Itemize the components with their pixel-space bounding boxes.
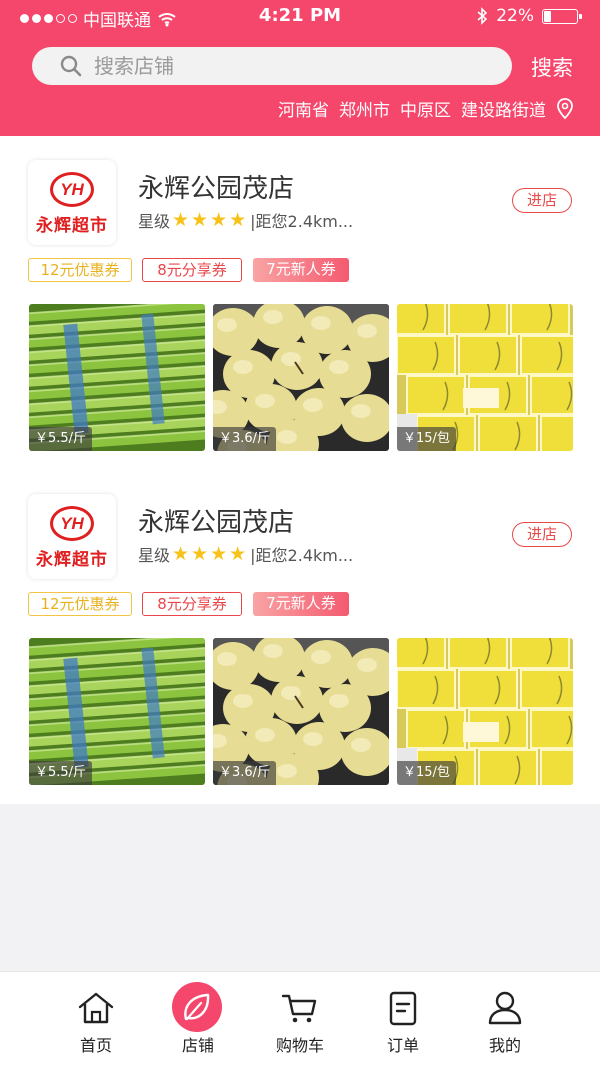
location-district[interactable]: 中原区 [400, 96, 451, 121]
location-province[interactable]: 河南省 [278, 96, 329, 121]
product-thumbnail[interactable]: ￥5.5/斤 [29, 304, 205, 451]
enter-store-button[interactable]: 进店 [512, 522, 572, 547]
user-icon [488, 991, 522, 1025]
star-rating-icon: ★★★★ [172, 209, 249, 231]
search-bar[interactable] [32, 47, 512, 85]
star-rating-icon: ★★★★ [172, 543, 249, 565]
home-icon [78, 992, 114, 1024]
tab-profile[interactable]: 我的 [455, 972, 555, 1067]
product-thumbnail[interactable]: ￥15/包 [397, 638, 573, 785]
product-price: ￥5.5/斤 [29, 761, 93, 785]
product-price: ￥5.5/斤 [29, 427, 93, 451]
store-card[interactable]: YH 永辉超市 永辉公园茂店星级 ★★★★ |距您2.4km... 进店 12元优惠券 8元分… [0, 470, 600, 804]
battery-icon [542, 8, 582, 24]
store-rating-row: 星级 ★★★★ |距您2.4km... [138, 542, 353, 566]
store-logo-text: 永辉超市 [36, 550, 108, 570]
tab-orders[interactable]: 订单 [353, 972, 453, 1067]
tab-store[interactable]: 店铺 [148, 972, 248, 1067]
tab-store-label: 店铺 [181, 1036, 214, 1055]
bluetooth-icon [477, 7, 488, 25]
product-thumbnail[interactable]: ￥15/包 [397, 304, 573, 451]
coupon-discount[interactable]: 12元优惠券 [28, 258, 132, 282]
store-card[interactable]: YH 永辉超市 永辉公园茂店星级 ★★★★ |距您2.4km... 进店 12元优惠券 8元分… [0, 136, 600, 470]
map-pin-icon[interactable] [556, 97, 574, 121]
store-logo-text: 永辉超市 [36, 216, 108, 236]
bottom-tab-bar: 首页 店铺 购物车 订单 我的 [0, 971, 600, 1067]
coupon-discount[interactable]: 12元优惠券 [28, 592, 132, 616]
store-distance: |距您2.4km... [250, 212, 354, 231]
tab-profile-label: 我的 [488, 1036, 521, 1055]
coupon-new-user[interactable]: 7元新人券 [253, 258, 349, 282]
store-name[interactable]: 永辉公园茂店 [138, 168, 294, 205]
product-price: ￥3.6/斤 [213, 761, 277, 785]
search-button[interactable]: 搜索 [531, 52, 573, 82]
product-price: ￥3.6/斤 [213, 427, 277, 451]
product-thumbnail[interactable]: ￥3.6/斤 [213, 304, 389, 451]
search-input[interactable] [94, 54, 474, 78]
tab-home[interactable]: 首页 [46, 972, 146, 1067]
store-name[interactable]: 永辉公园茂店 [138, 502, 294, 539]
status-right: 22% [476, 6, 582, 26]
location-selector[interactable]: 河南省 郑州市 中原区 建设路街道 [278, 96, 574, 121]
tab-orders-label: 订单 [386, 1036, 419, 1055]
coupon-share[interactable]: 8元分享券 [142, 258, 242, 282]
status-bar: 中国联通 4:21 PM 22% [0, 0, 600, 34]
app-header: 中国联通 4:21 PM 22% 搜索 河南省 郑州 [0, 0, 600, 136]
tab-home-label: 首页 [79, 1036, 112, 1055]
store-logo-mark: YH [50, 506, 94, 541]
tab-cart-label: 购物车 [275, 1036, 324, 1055]
coupon-new-user[interactable]: 7元新人券 [253, 592, 349, 616]
rating-label: 星级 [138, 546, 171, 565]
product-price: ￥15/包 [397, 427, 456, 451]
product-thumbnail[interactable]: ￥5.5/斤 [29, 638, 205, 785]
store-distance: |距您2.4km... [250, 546, 354, 565]
store-logo[interactable]: YH 永辉超市 [28, 160, 116, 245]
tab-cart[interactable]: 购物车 [250, 972, 350, 1067]
search-icon [60, 55, 82, 77]
enter-store-button[interactable]: 进店 [512, 188, 572, 213]
order-icon [389, 991, 417, 1026]
product-thumbnail[interactable]: ￥3.6/斤 [213, 638, 389, 785]
store-rating-row: 星级 ★★★★ |距您2.4km... [138, 208, 353, 232]
store-logo[interactable]: YH 永辉超市 [28, 494, 116, 579]
leaf-icon [184, 993, 210, 1021]
battery-percent: 22% [496, 6, 534, 26]
product-price: ￥15/包 [397, 761, 456, 785]
location-street[interactable]: 建设路街道 [461, 96, 546, 121]
store-logo-mark: YH [50, 172, 94, 207]
cart-icon [281, 994, 317, 1023]
location-city[interactable]: 郑州市 [339, 96, 390, 121]
coupon-share[interactable]: 8元分享券 [142, 592, 242, 616]
rating-label: 星级 [138, 212, 171, 231]
